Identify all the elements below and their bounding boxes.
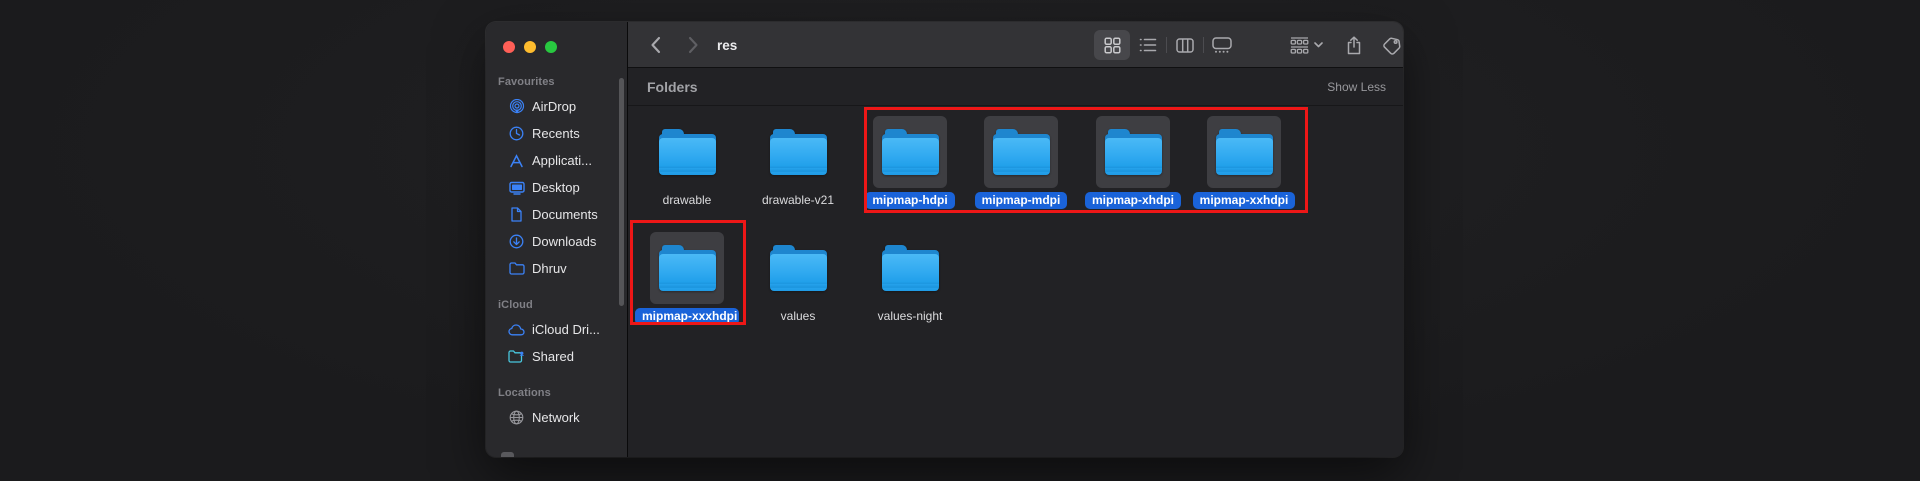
sidebar-item-documents[interactable]: Documents xyxy=(492,201,621,228)
sidebar-item-airdrop[interactable]: AirDrop xyxy=(492,93,621,120)
airdrop-icon xyxy=(508,98,525,115)
sidebar-item-label: AirDrop xyxy=(532,99,577,114)
chevron-down-icon xyxy=(1313,42,1323,48)
minimize-button[interactable] xyxy=(524,41,536,53)
cloud-icon xyxy=(508,321,525,338)
chevron-left-icon xyxy=(651,36,661,53)
sidebar-item-label: Network xyxy=(532,410,580,425)
list-view-button[interactable] xyxy=(1130,30,1166,60)
section-title: Folders xyxy=(647,78,698,95)
folders-section-header: Folders Show Less xyxy=(628,68,1403,106)
folder-label: values xyxy=(780,309,816,323)
column-view-button[interactable] xyxy=(1167,30,1203,60)
share-button[interactable] xyxy=(1339,30,1369,60)
gallery-view-button[interactable] xyxy=(1204,30,1240,60)
icon-view-icon xyxy=(1103,36,1121,54)
folder-label: drawable-v21 xyxy=(761,193,835,207)
partial-sidebar-item xyxy=(501,452,514,457)
finder-window: Favourites AirDrop Recents Applicati... Desk… xyxy=(486,22,1403,457)
sidebar-scrollbar[interactable] xyxy=(619,78,624,306)
sidebar-section-heading: Locations xyxy=(498,387,551,399)
folder-item-values[interactable]: values xyxy=(746,232,850,325)
folder-item-drawable[interactable]: drawable xyxy=(635,116,739,209)
clock-icon xyxy=(508,125,525,142)
toolbar: res xyxy=(628,22,1403,68)
zoom-button[interactable] xyxy=(545,41,557,53)
sidebar-item-label: iCloud Dri... xyxy=(532,322,600,337)
sidebar-item-label: Dhruv xyxy=(532,261,567,276)
sidebar-item-label: Downloads xyxy=(532,234,597,249)
shared-folder-icon xyxy=(508,348,525,365)
folder-icon xyxy=(508,260,525,277)
share-icon xyxy=(1347,35,1361,54)
sidebar-item-label: Recents xyxy=(532,126,580,141)
sidebar-item-downloads[interactable]: Downloads xyxy=(492,228,621,255)
folder-icon[interactable] xyxy=(873,232,947,304)
list-view-icon xyxy=(1139,38,1157,52)
folder-icon[interactable] xyxy=(761,232,835,304)
sidebar-item-icloud-dri[interactable]: iCloud Dri... xyxy=(492,316,621,343)
sidebar-item-desktop[interactable]: Desktop xyxy=(492,174,621,201)
sidebar-item-label: Documents xyxy=(532,207,598,222)
sidebar-item-recents[interactable]: Recents xyxy=(492,120,621,147)
group-by-button[interactable] xyxy=(1280,30,1332,60)
document-icon xyxy=(508,206,525,223)
tag-button[interactable] xyxy=(1377,30,1403,60)
blue-folder-icon xyxy=(881,245,939,291)
show-less-button[interactable]: Show Less xyxy=(1327,80,1386,94)
chevron-right-icon xyxy=(688,36,698,53)
sidebar-item-label: Applicati... xyxy=(532,153,592,168)
window-title: res xyxy=(717,37,738,53)
tag-icon xyxy=(1382,36,1400,55)
globe-icon xyxy=(508,409,525,426)
view-mode-switcher xyxy=(1094,30,1240,60)
sidebar-item-applicati[interactable]: Applicati... xyxy=(492,147,621,174)
download-icon xyxy=(508,233,525,250)
folder-label: values-night xyxy=(877,309,943,323)
folder-label: drawable xyxy=(662,193,712,207)
red-annotation-box xyxy=(864,107,1308,213)
traffic-lights xyxy=(503,41,557,53)
folder-icon[interactable] xyxy=(761,116,835,188)
blue-folder-icon xyxy=(769,245,827,291)
close-button[interactable] xyxy=(503,41,515,53)
blue-folder-icon xyxy=(769,129,827,175)
red-annotation-box xyxy=(630,220,746,325)
folder-item-values-night[interactable]: values-night xyxy=(858,232,962,325)
app-a-icon xyxy=(508,152,525,169)
gallery-view-icon xyxy=(1212,37,1232,53)
sidebar-item-shared[interactable]: Shared xyxy=(492,343,621,370)
sidebar-section-heading: iCloud xyxy=(498,299,533,311)
blue-folder-icon xyxy=(658,129,716,175)
folder-item-drawable-v21[interactable]: drawable-v21 xyxy=(746,116,850,209)
sidebar-item-network[interactable]: Network xyxy=(492,404,621,431)
forward-button[interactable] xyxy=(680,32,706,58)
sidebar-item-label: Desktop xyxy=(532,180,580,195)
sidebar-item-dhruv[interactable]: Dhruv xyxy=(492,255,621,282)
desktop-icon xyxy=(508,179,525,196)
sidebar-section-heading: Favourites xyxy=(498,76,555,88)
sidebar: Favourites AirDrop Recents Applicati... Desk… xyxy=(486,22,628,457)
column-view-icon xyxy=(1176,37,1194,53)
back-button[interactable] xyxy=(643,32,669,58)
group-by-icon xyxy=(1290,36,1308,54)
sidebar-item-label: Shared xyxy=(532,349,574,364)
sidebar-nav: Favourites AirDrop Recents Applicati... Desk… xyxy=(486,74,627,431)
folder-icon[interactable] xyxy=(650,116,724,188)
desktop-background: Favourites AirDrop Recents Applicati... Desk… xyxy=(0,0,1920,481)
icon-view-button[interactable] xyxy=(1094,30,1130,60)
